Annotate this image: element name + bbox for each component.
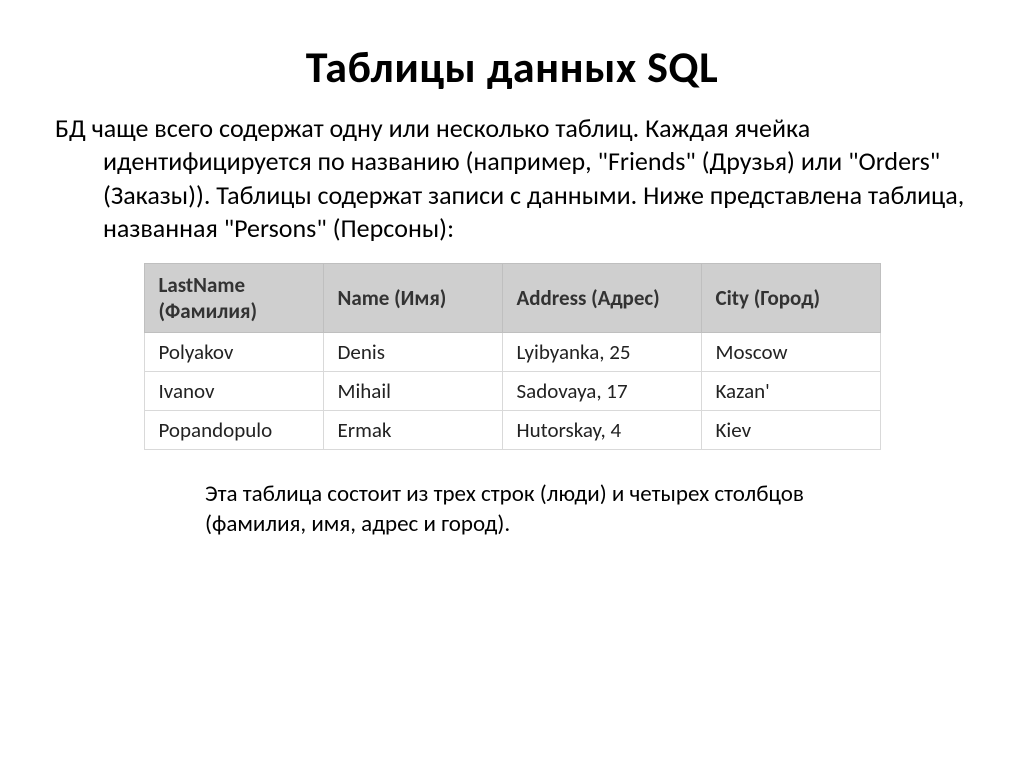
cell-city: Kiev [701, 411, 880, 450]
table-header-row: LastName (Фамилия) Name (Имя) Address (А… [144, 264, 880, 333]
col-header-name: Name (Имя) [323, 264, 502, 333]
cell-name: Ermak [323, 411, 502, 450]
cell-city: Moscow [701, 333, 880, 372]
slide: Таблицы данных SQL БД чаще всего содержа… [0, 0, 1024, 768]
body-paragraph-text: БД чаще всего содержат одну или нескольк… [55, 112, 969, 245]
cell-address: Hutorskay, 4 [502, 411, 701, 450]
cell-name: Mihail [323, 372, 502, 411]
body-paragraph: БД чаще всего содержат одну или нескольк… [55, 112, 969, 245]
cell-name: Denis [323, 333, 502, 372]
col-header-address: Address (Адрес) [502, 264, 701, 333]
table-row: Popandopulo Ermak Hutorskay, 4 Kiev [144, 411, 880, 450]
cell-lastname: Ivanov [144, 372, 323, 411]
cell-address: Lyibyanka, 25 [502, 333, 701, 372]
footnote: Эта таблица состоит из трех строк (люди)… [205, 480, 905, 540]
table-row: Ivanov Mihail Sadovaya, 17 Kazan' [144, 372, 880, 411]
cell-lastname: Polyakov [144, 333, 323, 372]
table-container: LastName (Фамилия) Name (Имя) Address (А… [55, 263, 969, 450]
slide-title: Таблицы данных SQL [55, 40, 969, 94]
cell-city: Kazan' [701, 372, 880, 411]
persons-table: LastName (Фамилия) Name (Имя) Address (А… [144, 263, 881, 450]
cell-address: Sadovaya, 17 [502, 372, 701, 411]
cell-lastname: Popandopulo [144, 411, 323, 450]
col-header-city: City (Город) [701, 264, 880, 333]
col-header-lastname: LastName (Фамилия) [144, 264, 323, 333]
table-row: Polyakov Denis Lyibyanka, 25 Moscow [144, 333, 880, 372]
